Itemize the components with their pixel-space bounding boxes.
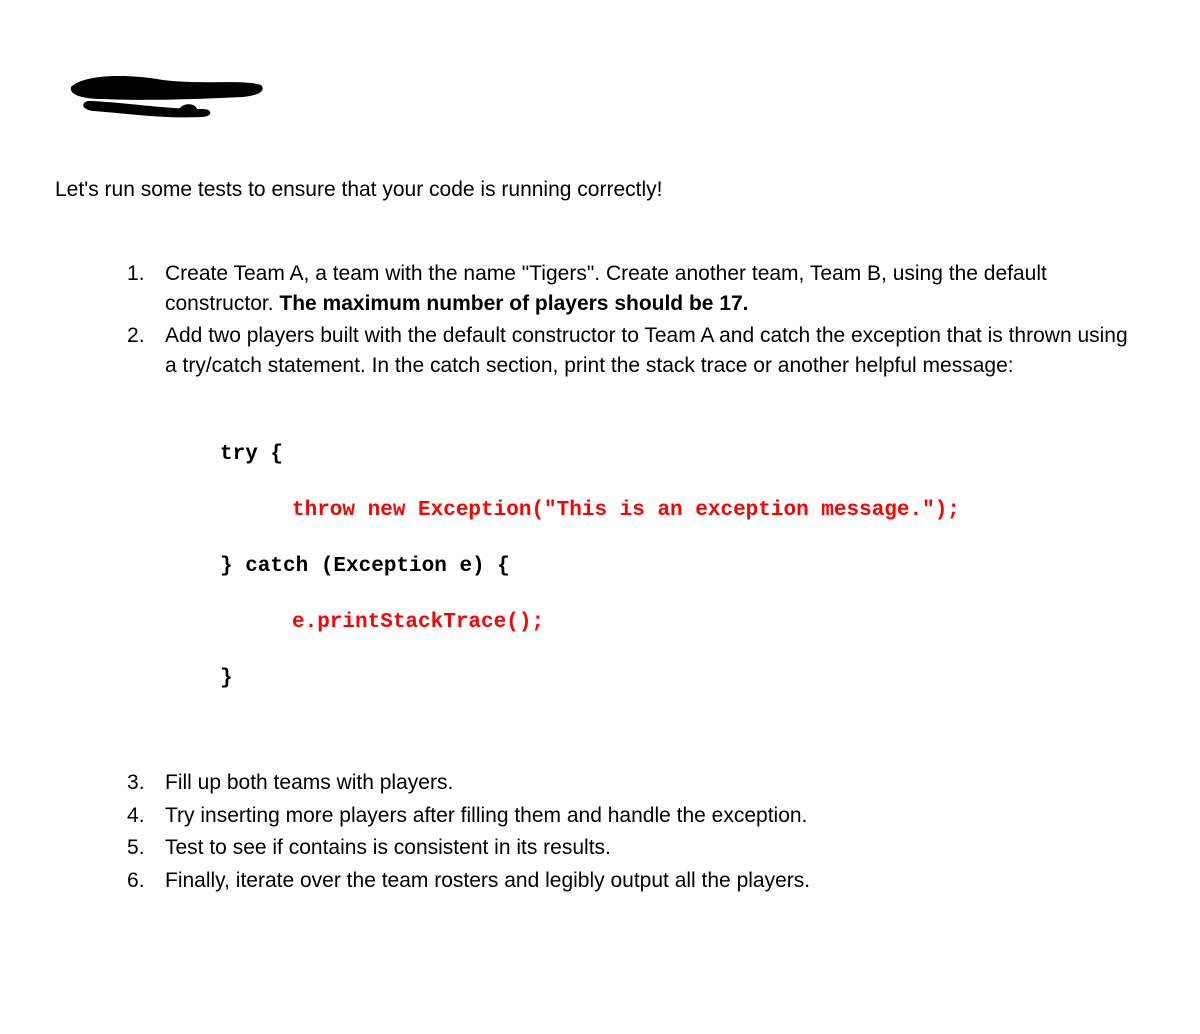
redaction-mark: [63, 65, 1145, 125]
code-block: try { throw new Exception("This is an ex…: [220, 435, 1145, 698]
code-line-try: try {: [220, 435, 1145, 475]
list-item-3: Fill up both teams with players.: [127, 768, 1145, 797]
item4-text: Try inserting more players after filling…: [165, 804, 807, 827]
list-item-2: Add two players built with the default c…: [127, 321, 1145, 698]
numbered-list-wrap: Create Team A, a team with the name "Tig…: [55, 259, 1145, 895]
list-item-5: Test to see if contains is consistent in…: [127, 833, 1145, 862]
code-line-close: }: [220, 659, 1145, 699]
code-line-print: e.printStackTrace();: [220, 603, 1145, 643]
intro-text: Let's run some tests to ensure that your…: [55, 175, 1145, 204]
document-page: Let's run some tests to ensure that your…: [0, 0, 1200, 953]
list-item-1: Create Team A, a team with the name "Tig…: [127, 259, 1145, 318]
item5-text: Test to see if contains is consistent in…: [165, 836, 611, 859]
list-item-4: Try inserting more players after filling…: [127, 801, 1145, 830]
item6-text: Finally, iterate over the team rosters a…: [165, 869, 810, 892]
item2-text: Add two players built with the default c…: [165, 324, 1128, 376]
numbered-list: Create Team A, a team with the name "Tig…: [127, 259, 1145, 895]
item1-bold: The maximum number of players should be …: [279, 292, 748, 315]
code-line-catch: } catch (Exception e) {: [220, 547, 1145, 587]
list-item-6: Finally, iterate over the team rosters a…: [127, 866, 1145, 895]
item3-text: Fill up both teams with players.: [165, 771, 453, 794]
code-line-throw: throw new Exception("This is an exceptio…: [220, 491, 1145, 531]
